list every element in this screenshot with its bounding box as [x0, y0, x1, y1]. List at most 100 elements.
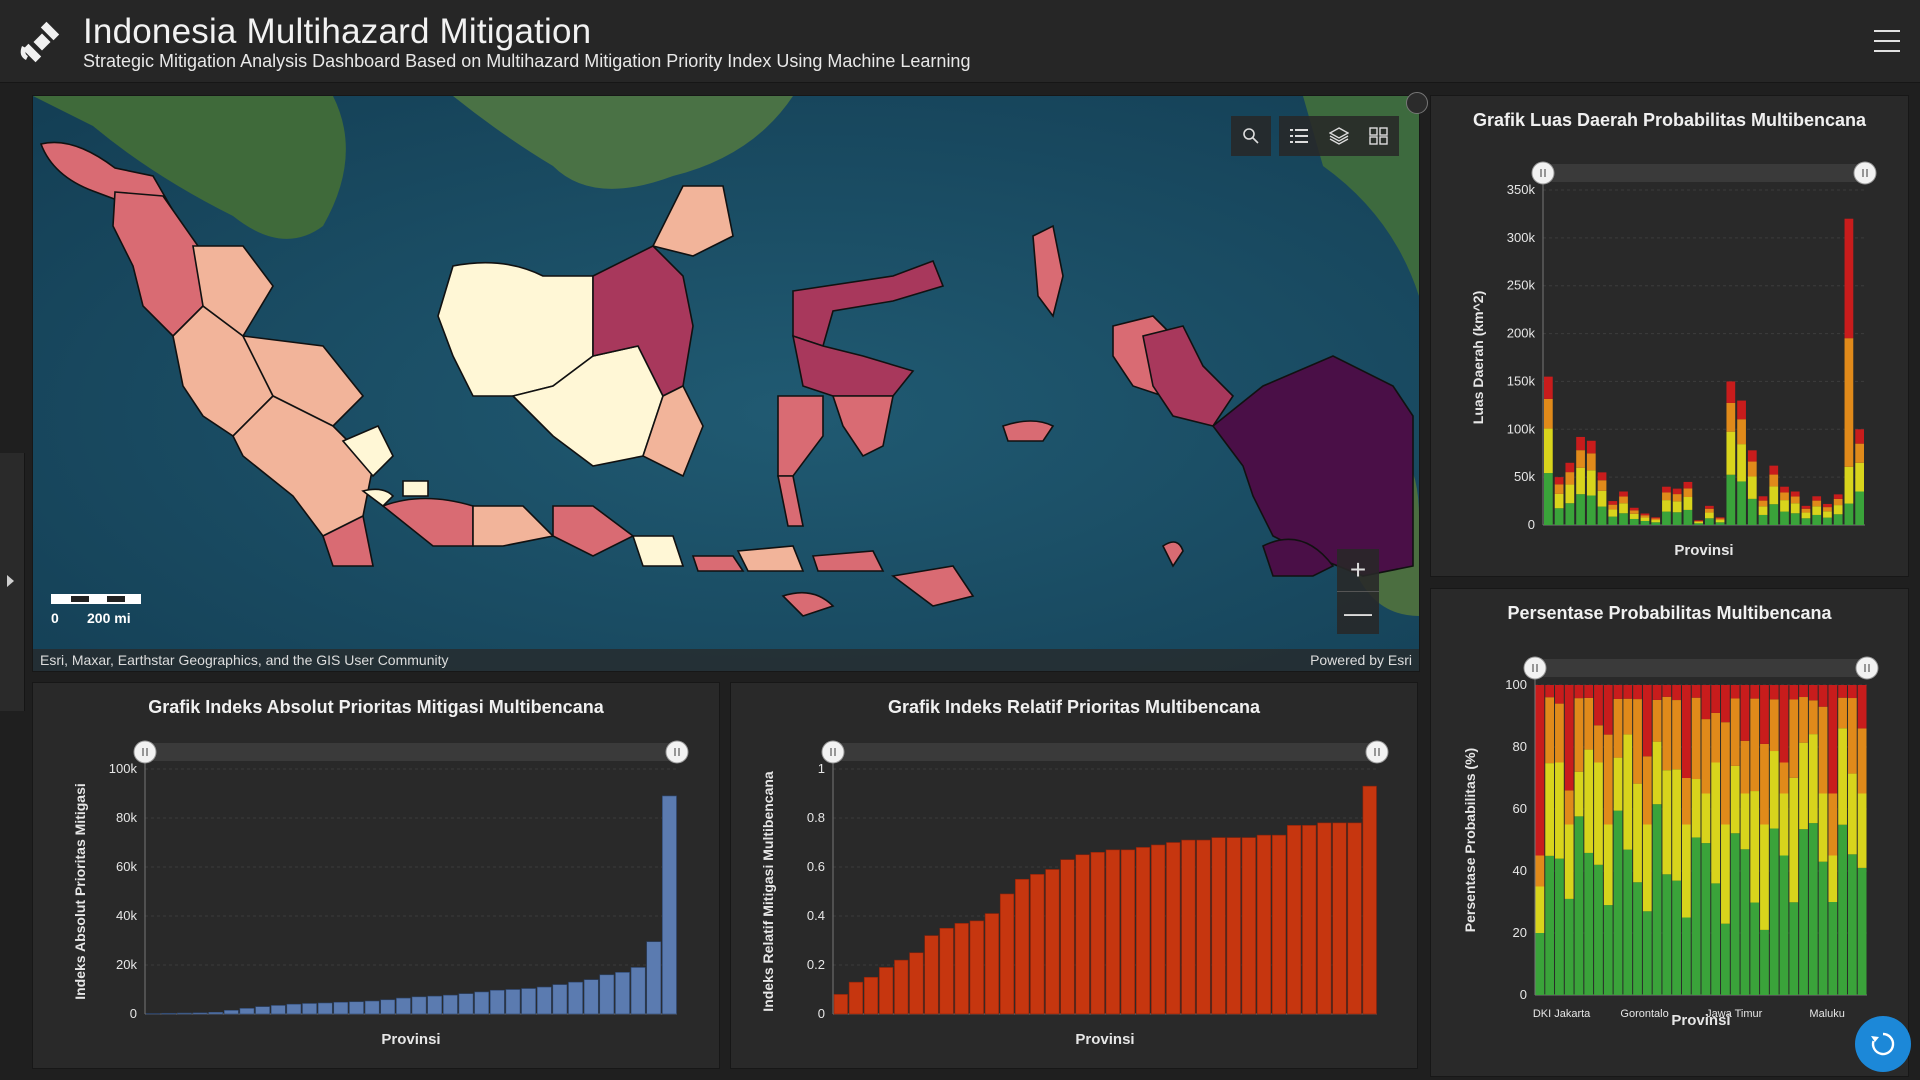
stacked-bar-segment[interactable] [1683, 488, 1693, 498]
bar[interactable] [999, 893, 1015, 1015]
stacked-bar-segment[interactable] [1554, 508, 1564, 525]
stacked-bar-segment[interactable] [1597, 506, 1607, 525]
stacked-bar-segment[interactable] [1629, 513, 1639, 519]
stacked-bar-segment[interactable] [1812, 500, 1822, 507]
percent-bar-segment[interactable] [1535, 685, 1545, 856]
percent-bar-segment[interactable] [1584, 697, 1594, 750]
stacked-bar-segment[interactable] [1833, 498, 1843, 506]
powered-by-esri[interactable]: Powered by Esri [1310, 652, 1412, 668]
stacked-bar-segment[interactable] [1597, 480, 1607, 491]
bar[interactable] [848, 981, 864, 1015]
percent-bar-segment[interactable] [1633, 783, 1642, 883]
bar[interactable] [1271, 834, 1287, 1015]
stacked-bar-segment[interactable] [1597, 490, 1607, 507]
percent-bar-segment[interactable] [1662, 685, 1672, 697]
stacked-bar-segment[interactable] [1780, 492, 1789, 501]
percent-bar-segment[interactable] [1799, 685, 1808, 698]
stacked-bar-segment[interactable] [1790, 513, 1800, 525]
bar[interactable] [1241, 837, 1256, 1015]
percent-bar-segment[interactable] [1740, 740, 1750, 794]
bar[interactable] [939, 927, 954, 1015]
percent-bar-segment[interactable] [1535, 886, 1545, 934]
bar[interactable] [489, 989, 505, 1015]
percent-bar-segment[interactable] [1818, 793, 1828, 862]
stacked-bar-segment[interactable] [1747, 476, 1757, 499]
bar[interactable] [364, 1000, 380, 1015]
stacked-bar-segment[interactable] [1758, 506, 1768, 515]
stacked-bar-segment[interactable] [1790, 491, 1800, 497]
percent-bar-segment[interactable] [1808, 700, 1818, 735]
percent-bar-segment[interactable] [1691, 779, 1701, 838]
percent-bar-segment[interactable] [1555, 703, 1564, 763]
stacked-bar-segment[interactable] [1586, 440, 1596, 454]
percent-bar-segment[interactable] [1584, 685, 1594, 698]
bar[interactable] [223, 1010, 239, 1015]
range-slider-handle[interactable] [821, 740, 845, 764]
bar[interactable] [833, 994, 848, 1015]
percent-bar-segment[interactable] [1760, 743, 1769, 825]
percent-bar-segment[interactable] [1828, 685, 1838, 794]
percent-bar-segment[interactable] [1594, 762, 1603, 865]
bar[interactable] [349, 1001, 364, 1015]
bar[interactable] [1090, 852, 1105, 1015]
bar[interactable] [863, 976, 879, 1015]
bar[interactable] [1332, 822, 1347, 1015]
stacked-bar-segment[interactable] [1855, 443, 1864, 463]
percent-bar-segment[interactable] [1721, 824, 1730, 924]
stacked-bar-segment[interactable] [1855, 429, 1864, 444]
percent-bar-segment[interactable] [1750, 791, 1760, 903]
percent-bar-segment[interactable] [1545, 763, 1555, 856]
percent-bar-segment[interactable] [1652, 699, 1662, 742]
chart-persen-svg[interactable]: 020406080100ProvinsiPersentase Probabili… [1431, 589, 1908, 1076]
stacked-bar-segment[interactable] [1683, 497, 1693, 510]
stacked-bar-segment[interactable] [1790, 503, 1800, 514]
bar[interactable] [333, 1001, 349, 1015]
percent-bar-segment[interactable] [1623, 849, 1633, 995]
bar[interactable] [1181, 839, 1196, 1015]
percent-bar-segment[interactable] [1564, 685, 1574, 791]
percent-bar-segment[interactable] [1633, 685, 1642, 700]
stacked-bar-segment[interactable] [1769, 504, 1779, 525]
percent-bar-segment[interactable] [1779, 793, 1789, 856]
percent-bar-segment[interactable] [1574, 816, 1584, 995]
indonesia-choropleth-map[interactable] [33, 96, 1419, 671]
chart-luas-svg[interactable]: 0 50k 100k 150k 200k 250k 300k 350k Provinsi Luas… [1431, 96, 1908, 576]
bar[interactable] [1060, 859, 1075, 1015]
percent-bar-segment[interactable] [1789, 902, 1799, 995]
bar[interactable] [1317, 822, 1332, 1015]
percent-bar-segment[interactable] [1740, 849, 1750, 995]
percent-bar-segment[interactable] [1701, 719, 1711, 794]
stacked-bar-segment[interactable] [1608, 504, 1618, 510]
bar[interactable] [1030, 874, 1045, 1015]
percent-bar-segment[interactable] [1857, 867, 1867, 995]
stacked-bar-segment[interactable] [1651, 518, 1661, 521]
bar[interactable] [909, 952, 924, 1015]
percent-bar-segment[interactable] [1662, 874, 1672, 995]
percent-bar-segment[interactable] [1603, 734, 1613, 825]
stacked-bar-segment[interactable] [1694, 520, 1703, 521]
stacked-bar-segment[interactable] [1640, 517, 1650, 521]
stacked-bar-segment[interactable] [1747, 498, 1757, 525]
stacked-bar-segment[interactable] [1554, 493, 1564, 509]
range-slider-handle[interactable] [665, 740, 689, 764]
stacked-bar-segment[interactable] [1758, 500, 1768, 507]
stacked-bar-segment[interactable] [1597, 472, 1607, 481]
percent-bar-segment[interactable] [1681, 917, 1691, 996]
percent-bar-segment[interactable] [1847, 854, 1857, 995]
range-slider-track[interactable] [145, 743, 677, 761]
stacked-bar-segment[interactable] [1694, 520, 1703, 522]
stacked-bar-segment[interactable] [1844, 218, 1854, 339]
percent-bar-segment[interactable] [1779, 855, 1789, 996]
percent-bar-segment[interactable] [1613, 810, 1623, 995]
stacked-bar-segment[interactable] [1705, 518, 1714, 525]
stacked-bar-segment[interactable] [1833, 494, 1843, 499]
stacked-bar-segment[interactable] [1705, 508, 1714, 513]
percent-bar-segment[interactable] [1642, 756, 1652, 825]
bar[interactable] [270, 1005, 286, 1015]
stacked-bar-segment[interactable] [1833, 505, 1843, 515]
bar[interactable] [1287, 825, 1302, 1015]
stacked-bar-segment[interactable] [1715, 518, 1725, 521]
percent-bar-segment[interactable] [1857, 793, 1867, 868]
stacked-bar-segment[interactable] [1640, 513, 1650, 516]
percent-bar-segment[interactable] [1652, 804, 1662, 995]
